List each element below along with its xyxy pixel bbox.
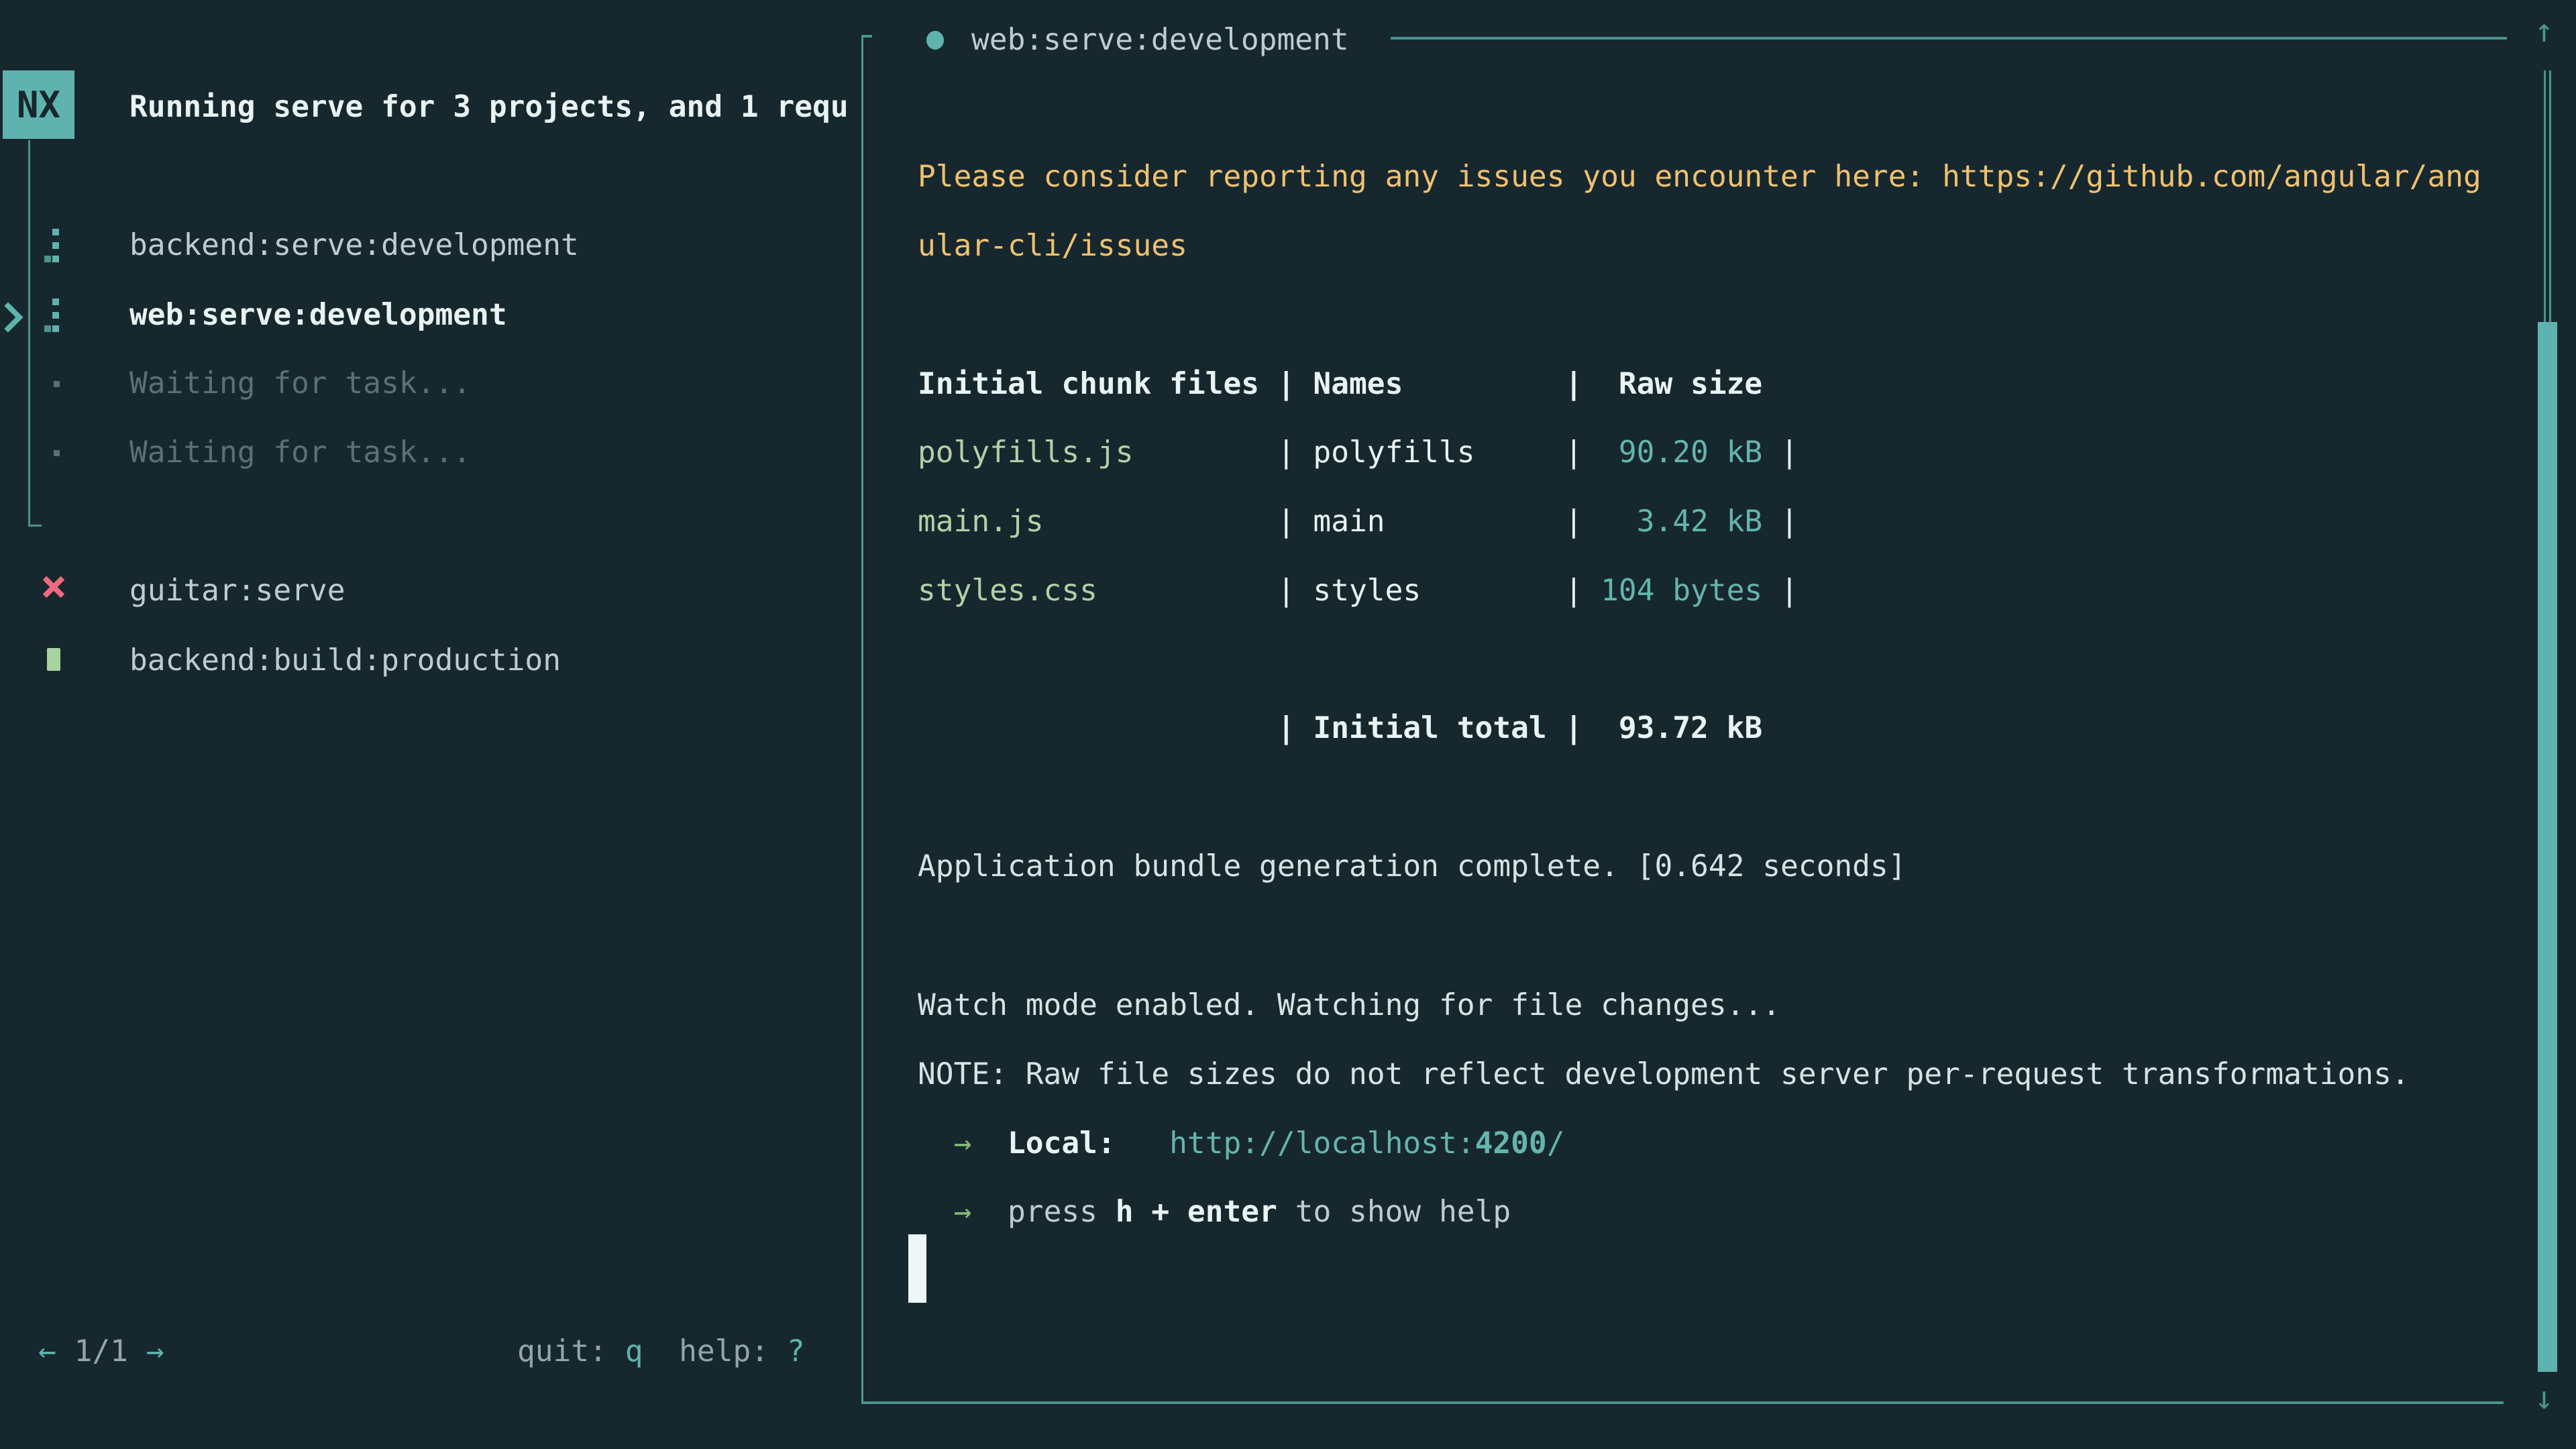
sidebar-item-guitar-serve[interactable]: guitar:serve	[129, 557, 345, 625]
help-hint-label: help:	[643, 1334, 787, 1368]
press-pre-text: press	[1008, 1195, 1116, 1229]
gap	[971, 1195, 1008, 1229]
running-bullet-icon	[926, 31, 944, 50]
press-keys: h + enter	[1116, 1195, 1277, 1229]
localhost-url-link[interactable]: http://localhost:4200/	[1169, 1126, 1564, 1161]
chunk-name: | polyfills |	[1134, 435, 1583, 470]
spinner-icon	[44, 299, 59, 332]
chunk-table-row: polyfills.js | polyfills | 90.20 kB |	[918, 419, 1799, 487]
sidebar-item-backend-build[interactable]: backend:build:production	[129, 627, 561, 695]
selection-chevron-icon	[0, 302, 23, 332]
keyboard-hints: quit: q help: ?	[517, 1318, 805, 1386]
chunk-file: main.js	[918, 504, 1044, 539]
quit-key: q	[625, 1334, 643, 1368]
task-group-guide-corner	[28, 525, 42, 527]
arrow-right-icon: →	[954, 1195, 972, 1229]
press-help-line: → press h + enter to show help	[918, 1178, 1511, 1246]
chunk-table-row: styles.css | styles | 104 bytes |	[918, 557, 1799, 625]
spinner-icon	[44, 229, 59, 262]
task-sidebar: NX Running serve for 3 projects, and 1 r…	[0, 0, 861, 1449]
chunk-name: | styles |	[1097, 574, 1582, 608]
pager-next-arrow-icon[interactable]: →	[146, 1334, 164, 1368]
indent	[918, 1195, 954, 1229]
indent	[918, 1126, 954, 1161]
success-square-icon	[47, 648, 60, 671]
arrow-right-icon: →	[954, 1126, 972, 1161]
scrollbar-thumb[interactable]	[2538, 322, 2557, 1372]
sidebar-item-waiting-2: Waiting for task...	[129, 419, 471, 487]
nx-logo: NX	[3, 70, 74, 139]
sidebar-item-waiting-1: Waiting for task...	[129, 350, 471, 418]
pager-prev-arrow-icon[interactable]: ←	[38, 1334, 56, 1368]
chunk-table-total-row: | Initial total | 93.72 kB	[918, 694, 1762, 763]
issue-report-link-line2[interactable]: ular-cli/issues	[918, 212, 1187, 280]
nx-terminal-ui: NX Running serve for 3 projects, and 1 r…	[0, 0, 2576, 1449]
quit-hint-label: quit:	[517, 1334, 625, 1368]
url-slash[interactable]: /	[1547, 1126, 1565, 1161]
pending-dot-icon	[54, 381, 60, 387]
failed-x-icon	[42, 576, 64, 598]
local-url-line: → Local: http://localhost:4200/	[918, 1110, 1565, 1178]
note-line: NOTE: Raw file sizes do not reflect deve…	[918, 1040, 2410, 1109]
sidebar-title: Running serve for 3 projects, and 1 requ	[129, 73, 849, 142]
pager-spacer	[128, 1334, 146, 1368]
panel-border-bottom	[861, 1401, 2504, 1404]
chunk-table-header: Initial chunk files | Names | Raw size	[918, 350, 1762, 419]
panel-title-rule	[1391, 37, 2507, 40]
local-label: Local:	[1008, 1126, 1116, 1161]
chunk-row-tail: |	[1762, 574, 1799, 608]
chunk-size: 90.20 kB	[1582, 435, 1762, 470]
url-port[interactable]: 4200	[1475, 1126, 1547, 1161]
pending-dot-icon	[54, 450, 60, 456]
url-host[interactable]: http://localhost:	[1169, 1126, 1474, 1161]
issue-report-link-line1[interactable]: Please consider reporting any issues you…	[918, 143, 2481, 211]
chunk-file: styles.css	[918, 574, 1097, 608]
chunk-size: 3.42 kB	[1582, 504, 1762, 539]
chunk-name: | main |	[1044, 504, 1583, 539]
scroll-down-arrow-icon[interactable]: ↓	[2534, 1379, 2554, 1417]
chunk-row-tail: |	[1762, 504, 1799, 539]
task-group-guide-line	[28, 140, 30, 527]
chunk-table-row: main.js | main | 3.42 kB |	[918, 488, 1799, 556]
terminal-cursor[interactable]	[908, 1234, 926, 1303]
pager-spacer	[56, 1334, 74, 1368]
chunk-size: 104 bytes	[1582, 574, 1762, 608]
chunk-file: polyfills.js	[918, 435, 1134, 470]
gap	[1116, 1126, 1169, 1161]
sidebar-item-backend-serve[interactable]: backend:serve:development	[129, 211, 579, 280]
chunk-row-tail: |	[1762, 435, 1799, 470]
bundle-complete-line: Application bundle generation complete. …	[918, 833, 1907, 901]
sidebar-item-web-serve-selected[interactable]: web:serve:development	[129, 281, 507, 350]
output-panel-title: web:serve:development	[971, 6, 1349, 74]
watch-mode-line: Watch mode enabled. Watching for file ch…	[918, 971, 1780, 1040]
gap	[971, 1126, 1008, 1161]
help-key: ?	[787, 1334, 805, 1368]
pager-position: 1/1	[74, 1334, 128, 1368]
panel-border-left	[861, 35, 863, 1404]
press-post-text: to show help	[1277, 1195, 1511, 1229]
pager: ← 1/1 →	[38, 1318, 164, 1386]
scroll-up-arrow-icon[interactable]: ↑	[2534, 12, 2554, 50]
